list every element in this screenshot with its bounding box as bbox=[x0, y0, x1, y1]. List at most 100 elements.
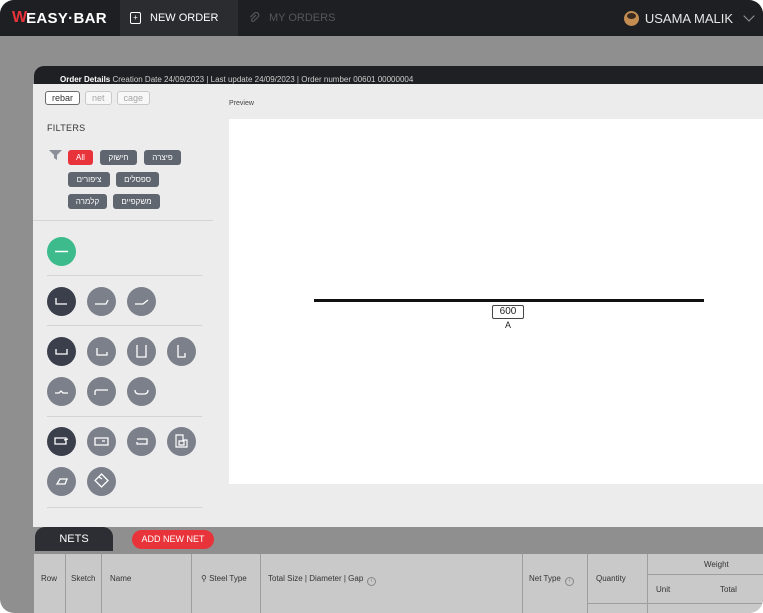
column-name: Name bbox=[110, 574, 132, 583]
shape-diamond-stirrup[interactable] bbox=[87, 467, 116, 496]
column-row: Row bbox=[41, 574, 58, 583]
stirrup-icon bbox=[54, 437, 69, 445]
shape-stirrup[interactable] bbox=[47, 427, 76, 456]
app-logo[interactable]: W EASY·BAR bbox=[0, 0, 120, 36]
nets-tab[interactable]: NETS bbox=[35, 527, 113, 551]
column-divider bbox=[647, 554, 648, 613]
offset-bar-icon bbox=[94, 389, 108, 395]
shape-offset-bar[interactable] bbox=[87, 377, 116, 406]
tab-my-orders-label: MY ORDERS bbox=[269, 12, 336, 24]
filter-chip-7[interactable]: משקפיים bbox=[113, 194, 160, 209]
column-divider bbox=[587, 554, 588, 613]
curved-bar-icon bbox=[134, 389, 149, 395]
shape-closed-stirrup[interactable] bbox=[87, 427, 116, 456]
skew-stirrup-icon bbox=[55, 478, 68, 485]
filter-chip-3[interactable]: פיצרה bbox=[144, 150, 181, 165]
column-net-type: Net Type i bbox=[529, 574, 574, 586]
avatar bbox=[623, 10, 639, 26]
paperclip-icon bbox=[250, 12, 260, 22]
dimension-letter: A bbox=[505, 320, 512, 330]
info-icon[interactable]: i bbox=[367, 577, 377, 586]
app-window: W EASY·BAR + NEW ORDER MY ORDERS USAMA M… bbox=[0, 0, 763, 613]
type-tab-rebar[interactable]: rebar bbox=[45, 91, 81, 105]
logo-text: EASY·BAR bbox=[26, 9, 107, 27]
column-weight-unit: Unit bbox=[656, 585, 671, 594]
shape-u-bar[interactable] bbox=[47, 337, 76, 366]
shape-open-stirrup[interactable] bbox=[127, 427, 156, 456]
steel-type-icon: ⚲ bbox=[201, 574, 210, 583]
column-steel-type-label: Steel Type bbox=[209, 574, 247, 583]
row-divider bbox=[587, 603, 763, 604]
preview-label: Preview bbox=[229, 100, 254, 107]
filter-chip-4[interactable]: ציפורים bbox=[68, 172, 110, 187]
closed-stirrup-icon bbox=[94, 437, 109, 446]
box-stirrup-icon bbox=[175, 434, 188, 448]
shape-end-hook[interactable] bbox=[87, 287, 116, 316]
tab-new-order[interactable]: + NEW ORDER bbox=[120, 0, 238, 36]
column-divider bbox=[260, 554, 261, 613]
column-quantity: Quantity bbox=[596, 574, 626, 583]
column-divider bbox=[101, 554, 102, 613]
shape-crank-bar[interactable] bbox=[47, 377, 76, 406]
divider bbox=[33, 220, 213, 221]
shape-bent-end[interactable] bbox=[127, 287, 156, 316]
column-sketch: Sketch bbox=[71, 574, 96, 583]
tall-j-icon bbox=[177, 345, 186, 358]
filter-chip-5[interactable]: ספסלים bbox=[116, 172, 159, 187]
column-weight-total: Total bbox=[720, 585, 737, 594]
shape-l-hook[interactable] bbox=[47, 287, 76, 316]
end-hook-icon bbox=[95, 299, 109, 305]
shape-sidebar: rebar net cage FILTERS All חישוק פיצרה צ… bbox=[33, 84, 213, 527]
l-hook-icon bbox=[55, 298, 67, 305]
logo-mark: W bbox=[12, 9, 27, 26]
filter-chip-6[interactable]: קלמרה bbox=[68, 194, 107, 209]
user-name: USAMA MALIK bbox=[644, 10, 733, 26]
shape-tall-j[interactable] bbox=[167, 337, 196, 366]
info-icon[interactable]: i bbox=[564, 577, 574, 586]
top-bar: W EASY·BAR + NEW ORDER MY ORDERS USAMA M… bbox=[0, 0, 763, 36]
crank-bar-icon bbox=[55, 390, 68, 394]
shape-picker-modal: rebar net cage FILTERS All חישוק פיצרה צ… bbox=[33, 84, 763, 527]
divider bbox=[47, 325, 202, 326]
preview-canvas[interactable]: 600 A bbox=[229, 119, 763, 484]
add-new-net-button[interactable]: ADD NEW NET bbox=[132, 530, 214, 549]
divider bbox=[47, 275, 202, 276]
divider bbox=[47, 507, 202, 508]
shape-box-stirrup[interactable] bbox=[167, 427, 196, 456]
tall-u-icon bbox=[136, 345, 147, 358]
shape-skew-stirrup[interactable] bbox=[47, 467, 76, 496]
column-weight: Weight bbox=[704, 560, 729, 569]
shape-straight[interactable] bbox=[47, 237, 76, 266]
type-tab-cage[interactable]: cage bbox=[116, 91, 151, 105]
order-details-label: Order Details bbox=[60, 75, 111, 84]
column-net-type-label: Net Type bbox=[529, 574, 561, 583]
filters-title: FILTERS bbox=[47, 123, 86, 133]
j-bar-icon bbox=[96, 348, 108, 356]
row-divider bbox=[647, 574, 763, 575]
divider bbox=[47, 416, 202, 417]
filter-chip-all[interactable]: All bbox=[68, 150, 93, 165]
open-stirrup-icon bbox=[136, 438, 148, 445]
column-divider bbox=[191, 554, 192, 613]
bent-end-icon bbox=[135, 299, 149, 305]
straight-bar-icon bbox=[55, 250, 68, 253]
user-menu[interactable]: USAMA MALIK bbox=[623, 0, 755, 36]
column-divider bbox=[522, 554, 523, 613]
rebar-line bbox=[314, 299, 704, 302]
type-tab-net[interactable]: net bbox=[85, 91, 112, 105]
type-tabs: rebar net cage bbox=[45, 91, 151, 105]
tab-new-order-label: NEW ORDER bbox=[150, 12, 219, 24]
u-bar-icon bbox=[55, 349, 68, 355]
dimension-input[interactable]: 600 bbox=[492, 305, 524, 319]
order-details-text: Creation Date 24/09/2023 | Last update 2… bbox=[110, 75, 414, 84]
column-total-size-label: Total Size | Diameter | Gap bbox=[268, 574, 364, 583]
shape-curved-bar[interactable] bbox=[127, 377, 156, 406]
column-total-size: Total Size | Diameter | Gap i bbox=[268, 574, 377, 586]
chevron-down-icon bbox=[743, 9, 755, 22]
new-order-icon: + bbox=[130, 12, 141, 24]
shape-tall-u[interactable] bbox=[127, 337, 156, 366]
filter-chip-2[interactable]: חישוק bbox=[100, 150, 137, 165]
shape-j-bar[interactable] bbox=[87, 337, 116, 366]
diamond-stirrup-icon bbox=[94, 473, 109, 488]
tab-my-orders[interactable]: MY ORDERS bbox=[238, 0, 358, 36]
